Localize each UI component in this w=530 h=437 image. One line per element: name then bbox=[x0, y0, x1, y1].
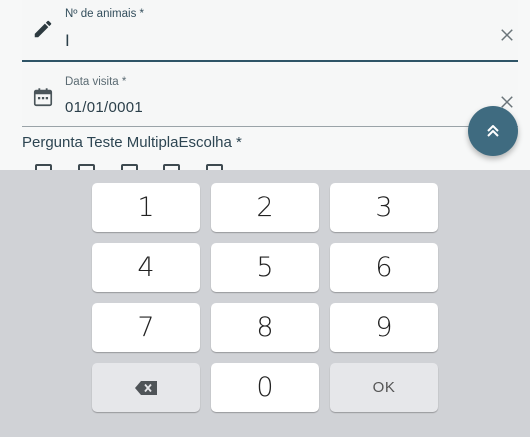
key-1[interactable]: 1 bbox=[92, 183, 200, 232]
key-5[interactable]: 5 bbox=[211, 243, 319, 292]
backspace-icon bbox=[135, 380, 157, 395]
key-3[interactable]: 3 bbox=[330, 183, 438, 232]
close-icon[interactable] bbox=[498, 26, 516, 44]
data-visita-input[interactable]: 01/01/0001 bbox=[65, 99, 143, 116]
key-9[interactable]: 9 bbox=[330, 303, 438, 352]
animais-label: Nº de animais * bbox=[65, 8, 144, 20]
key-0[interactable]: 0 bbox=[211, 363, 319, 412]
data-visita-label: Data visita * bbox=[65, 76, 127, 88]
pencil-icon bbox=[34, 20, 52, 38]
key-8[interactable]: 8 bbox=[211, 303, 319, 352]
numeric-keypad: 1 2 3 4 5 6 7 8 9 0 OK bbox=[0, 170, 530, 437]
key-7[interactable]: 7 bbox=[92, 303, 200, 352]
animais-input[interactable]: I bbox=[65, 31, 70, 51]
scroll-top-button[interactable] bbox=[468, 106, 518, 156]
data-visita-field[interactable]: Data visita * 01/01/0001 bbox=[22, 68, 518, 127]
animais-field[interactable]: Nº de animais * I bbox=[22, 0, 518, 62]
question-label: Pergunta Teste MultiplaEscolha * bbox=[22, 134, 242, 151]
key-4[interactable]: 4 bbox=[92, 243, 200, 292]
key-6[interactable]: 6 bbox=[330, 243, 438, 292]
ok-key[interactable]: OK bbox=[330, 363, 438, 412]
form-area: Nº de animais * I Data visita * 01/01/00… bbox=[0, 0, 530, 181]
backspace-key[interactable] bbox=[92, 363, 200, 412]
key-2[interactable]: 2 bbox=[211, 183, 319, 232]
double-chevron-up-icon bbox=[487, 125, 499, 137]
calendar-icon bbox=[33, 88, 53, 107]
